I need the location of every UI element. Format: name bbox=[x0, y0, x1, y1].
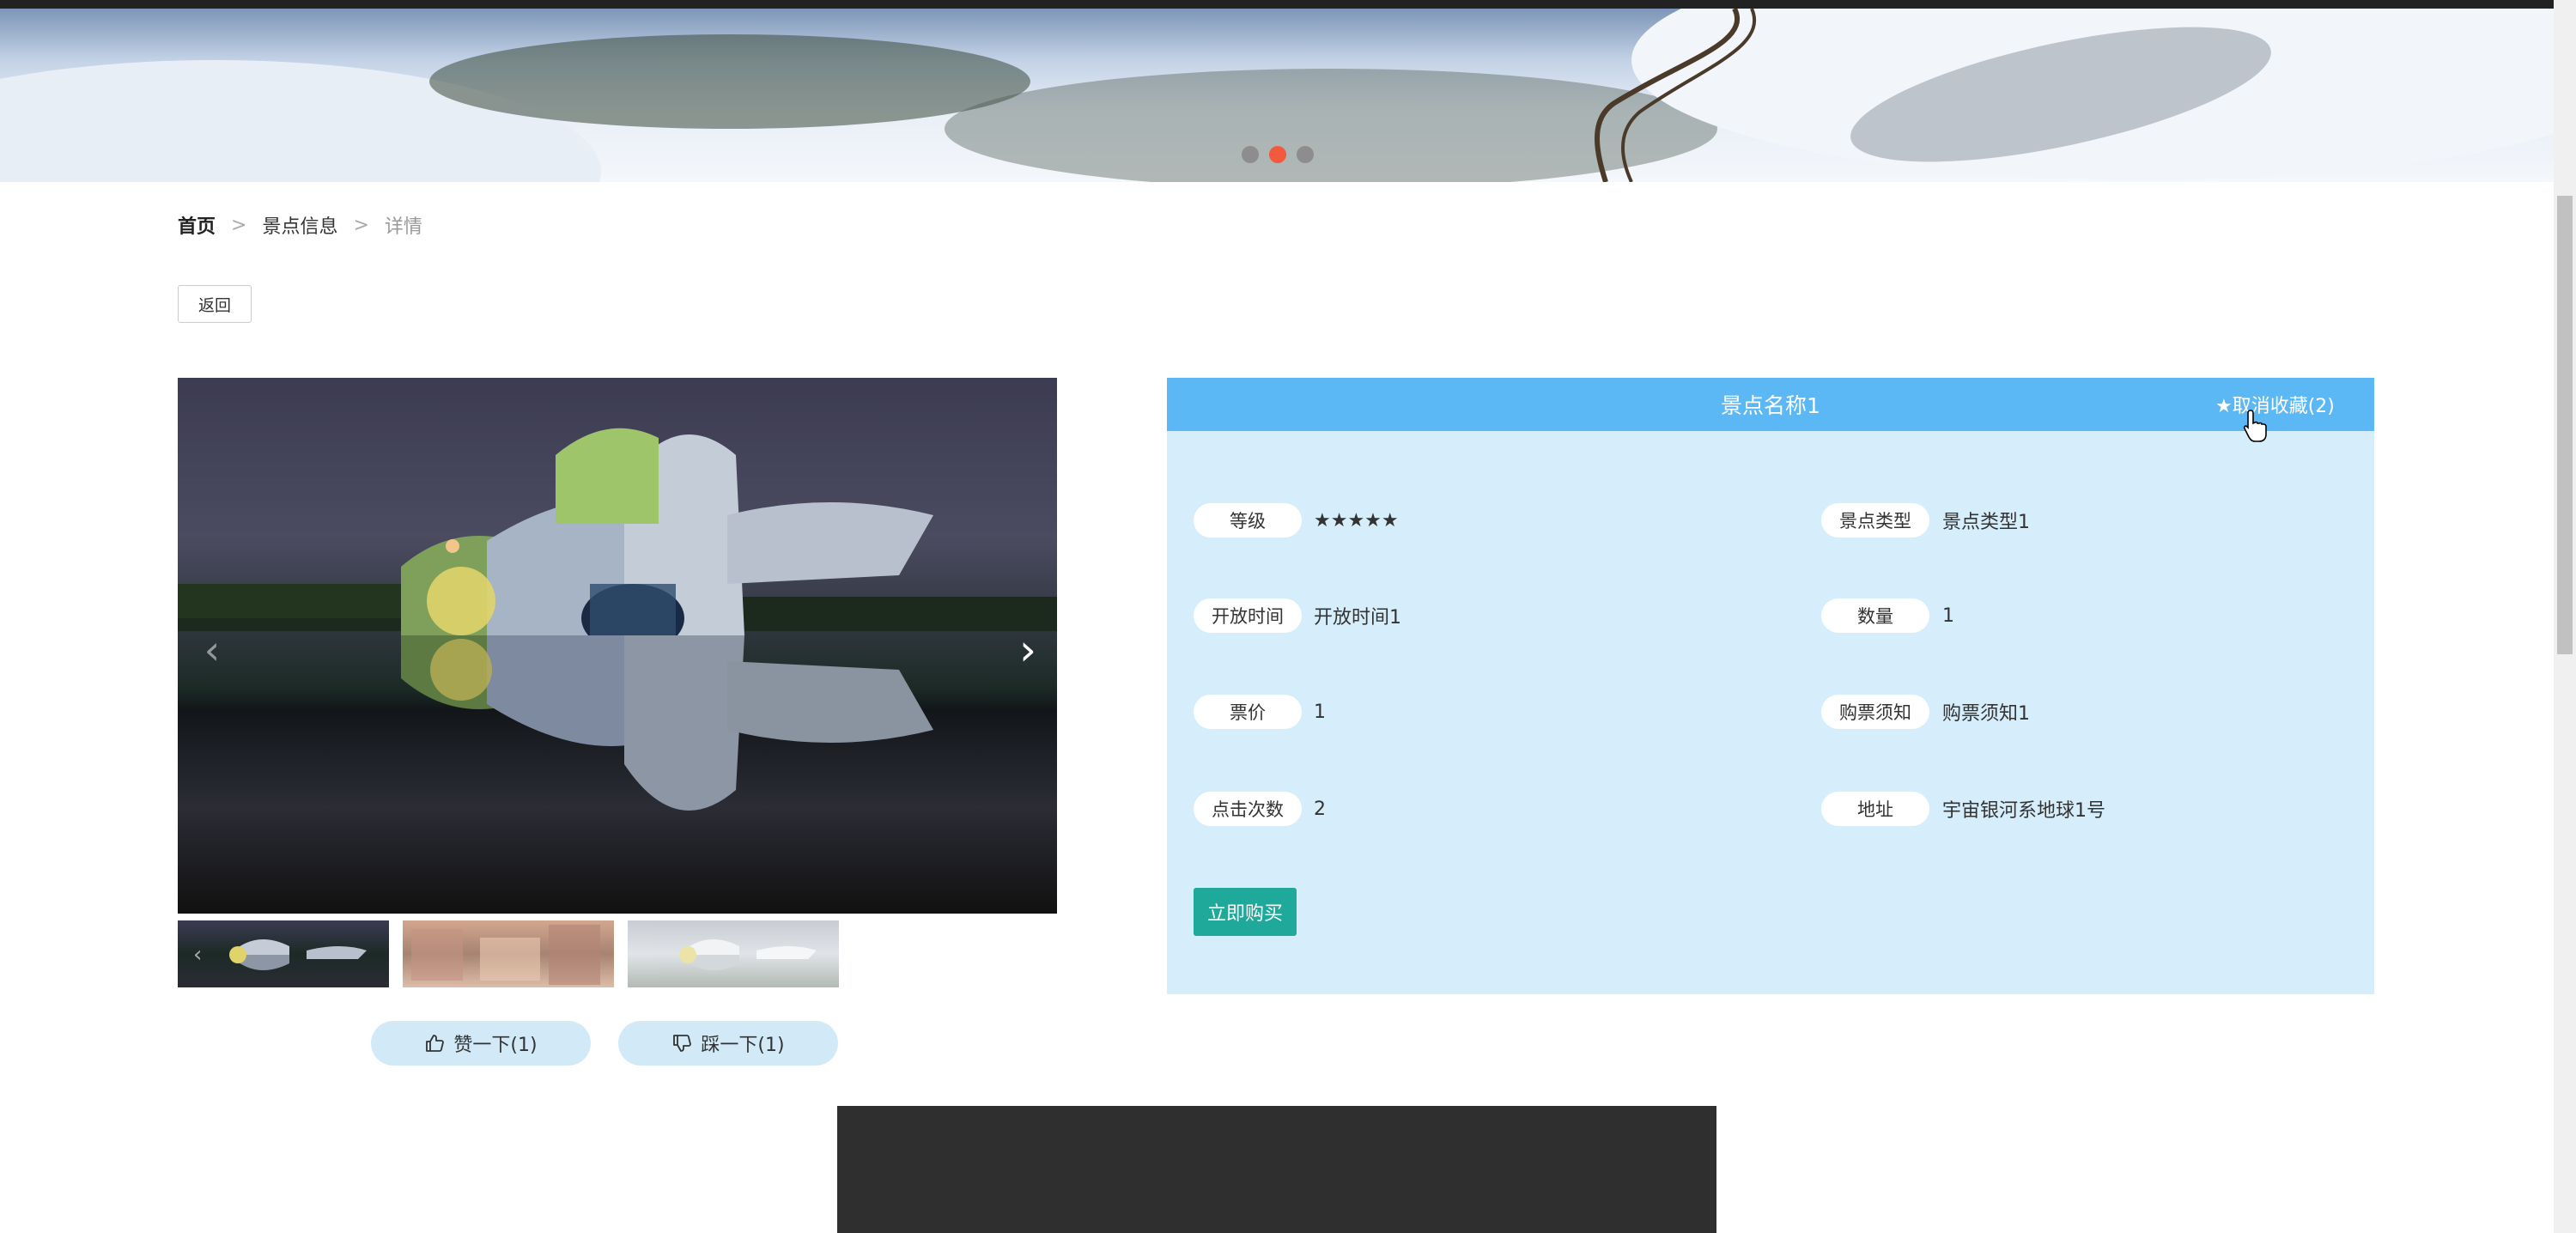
field-value-open-time: 开放时间1 bbox=[1314, 607, 1401, 629]
footer-media-block bbox=[837, 1106, 1716, 1233]
breadcrumb-separator: > bbox=[231, 214, 247, 236]
field-label-type: 景点类型 bbox=[1821, 503, 1929, 538]
carousel-dot-1[interactable] bbox=[1242, 146, 1259, 163]
field-label-quantity: 数量 bbox=[1821, 598, 1929, 633]
hand-cursor-icon bbox=[2243, 410, 2267, 442]
dislike-button[interactable]: 踩一下(1) bbox=[618, 1021, 838, 1066]
banner-trees bbox=[429, 34, 1030, 129]
top-strip bbox=[0, 0, 2554, 9]
field-value-quantity: 1 bbox=[1942, 604, 1954, 627]
field-label-clicks: 点击次数 bbox=[1194, 792, 1302, 826]
breadcrumb: 首页 > 景点信息 > 详情 bbox=[178, 210, 422, 240]
banner-fence bbox=[1595, 9, 1756, 182]
photo-scene bbox=[178, 428, 1057, 811]
field-value-price: 1 bbox=[1314, 701, 1326, 723]
like-button[interactable]: 赞一下(1) bbox=[371, 1021, 591, 1066]
thumbnail-scene: ‹ bbox=[193, 939, 367, 970]
field-label-address: 地址 bbox=[1821, 792, 1929, 826]
thumbnail-scene bbox=[411, 925, 600, 985]
carousel-dot-3[interactable] bbox=[1297, 146, 1314, 163]
buy-now-button[interactable]: 立即购买 bbox=[1194, 888, 1297, 936]
gallery-next-icon[interactable]: › bbox=[1013, 627, 1042, 673]
field-value-type: 景点类型1 bbox=[1942, 512, 2030, 533]
field-label-open-time: 开放时间 bbox=[1194, 598, 1302, 633]
main-photo bbox=[178, 378, 1057, 914]
gallery-prev-icon[interactable]: ‹ bbox=[199, 629, 225, 671]
field-value-grade: ★★★★★ bbox=[1314, 509, 1399, 531]
gallery-thumbnail-2[interactable] bbox=[403, 920, 614, 987]
unfavorite-button[interactable]: ★取消收藏(2) bbox=[2215, 378, 2335, 431]
detail-title: 景点名称1 bbox=[1721, 393, 1820, 418]
favorite-label: ★取消收藏(2) bbox=[2215, 396, 2335, 417]
breadcrumb-home[interactable]: 首页 bbox=[178, 211, 216, 239]
thumbs-down-icon bbox=[673, 1035, 692, 1052]
like-label: 赞一下(1) bbox=[453, 1035, 538, 1056]
dislike-label: 踩一下(1) bbox=[701, 1035, 785, 1056]
field-label-grade: 等级 bbox=[1194, 503, 1302, 538]
thumbs-up-icon bbox=[426, 1035, 445, 1052]
field-value-clicks: 2 bbox=[1314, 798, 1326, 820]
carousel-dots bbox=[1242, 146, 1314, 163]
detail-header: 景点名称1 bbox=[1167, 378, 2374, 431]
breadcrumb-current: 详情 bbox=[384, 216, 422, 238]
banner-carousel[interactable] bbox=[0, 9, 2554, 182]
field-value-notice: 购票须知1 bbox=[1942, 703, 2030, 725]
back-button[interactable]: 返回 bbox=[178, 285, 252, 323]
gallery-thumbnail-1[interactable]: ‹ bbox=[178, 920, 389, 987]
breadcrumb-section[interactable]: 景点信息 bbox=[262, 211, 337, 239]
carousel-dot-2[interactable] bbox=[1269, 146, 1286, 163]
field-value-address: 宇宙银河系地球1号 bbox=[1942, 800, 2105, 822]
field-label-price: 票价 bbox=[1194, 695, 1302, 729]
thumbnail-scene bbox=[679, 939, 817, 970]
gallery-thumbnail-3[interactable] bbox=[628, 920, 839, 987]
scrollbar-thumb[interactable] bbox=[2557, 196, 2573, 654]
field-label-notice: 购票须知 bbox=[1821, 695, 1929, 729]
svg-text:‹: ‹ bbox=[193, 942, 202, 968]
breadcrumb-separator: > bbox=[353, 214, 369, 236]
